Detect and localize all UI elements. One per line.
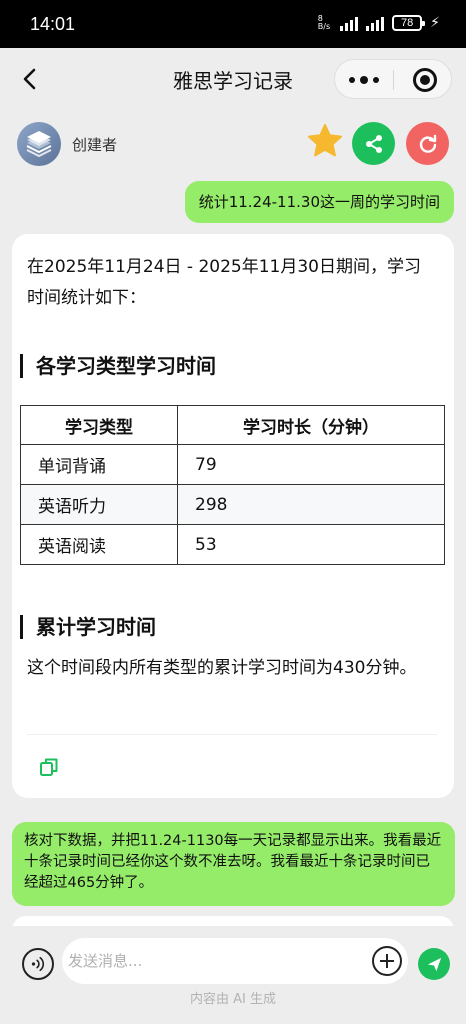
signal-icon bbox=[340, 15, 359, 31]
table-cell: 单词背诵 bbox=[20, 444, 178, 485]
status-bar: 14:01 8 B/s 78 ⚡ bbox=[0, 0, 466, 48]
status-time: 14:01 bbox=[30, 14, 76, 34]
divider bbox=[27, 734, 437, 735]
summary-text: 这个时间段内所有类型的累计学习时间为430分钟。 bbox=[27, 658, 417, 678]
mini-program-capsule bbox=[334, 59, 452, 99]
user-message: 统计11.24-11.30这一周的学习时间 bbox=[184, 181, 454, 223]
table-row: 单词背诵 79 bbox=[20, 444, 445, 485]
assistant-reply-card: 在2025年11月24日 - 2025年11月30日期间，学习时间统计如下： 各… bbox=[12, 234, 454, 798]
battery-icon: 78 bbox=[392, 15, 426, 31]
table-row: 英语听力 298 bbox=[20, 484, 445, 525]
table-cell: 79 bbox=[177, 444, 445, 485]
table-header: 学习时长（分钟） bbox=[177, 405, 445, 445]
table-header-row: 学习类型 学习时长（分钟） bbox=[20, 405, 445, 445]
send-icon[interactable] bbox=[418, 948, 450, 980]
table-cell: 53 bbox=[177, 524, 445, 565]
network-speed: 8 B/s bbox=[317, 14, 331, 31]
copy-icon[interactable] bbox=[38, 756, 60, 778]
user-followup-message: 核对下数据，并把11.24-1130每一天记录都显示出来。我看最近十条记录时间已… bbox=[12, 822, 455, 906]
ai-disclaimer: 内容由 AI 生成 bbox=[190, 992, 276, 1007]
refresh-icon bbox=[419, 134, 436, 153]
share-icon bbox=[365, 134, 382, 153]
charging-icon: ⚡ bbox=[430, 15, 440, 31]
table-cell: 英语阅读 bbox=[20, 524, 178, 565]
capsule-divider bbox=[393, 70, 394, 90]
composer-bar: 内容由 AI 生成 bbox=[0, 926, 466, 1024]
status-icons: 8 B/s 78 ⚡ bbox=[318, 15, 440, 31]
target-icon[interactable] bbox=[413, 68, 437, 92]
voice-icon[interactable] bbox=[22, 948, 54, 980]
section-heading: 累计学习时间 bbox=[20, 615, 156, 639]
message-input-box bbox=[62, 938, 408, 984]
study-time-table: 学习类型 学习时长（分钟） 单词背诵 79 英语听力 298 英语阅读 53 bbox=[20, 405, 445, 565]
table-row: 英语阅读 53 bbox=[20, 524, 445, 565]
star-icon[interactable] bbox=[306, 122, 344, 160]
section-heading: 各学习类型学习时间 bbox=[20, 354, 216, 378]
share-button[interactable] bbox=[352, 122, 395, 165]
table-cell: 298 bbox=[177, 484, 445, 525]
table-header: 学习类型 bbox=[20, 405, 178, 445]
message-input[interactable] bbox=[68, 938, 358, 984]
reply-intro: 在2025年11月24日 - 2025年11月30日期间，学习时间统计如下： bbox=[27, 257, 421, 308]
signal-icon-2 bbox=[366, 15, 385, 31]
nav-bar: 雅思学习记录 bbox=[0, 48, 466, 112]
table-cell: 英语听力 bbox=[20, 484, 178, 525]
layers-icon bbox=[17, 122, 61, 166]
plus-icon[interactable] bbox=[372, 946, 402, 976]
refresh-button[interactable] bbox=[406, 122, 449, 165]
more-icon[interactable] bbox=[349, 70, 379, 90]
creator-label: 创建者 bbox=[72, 136, 118, 154]
